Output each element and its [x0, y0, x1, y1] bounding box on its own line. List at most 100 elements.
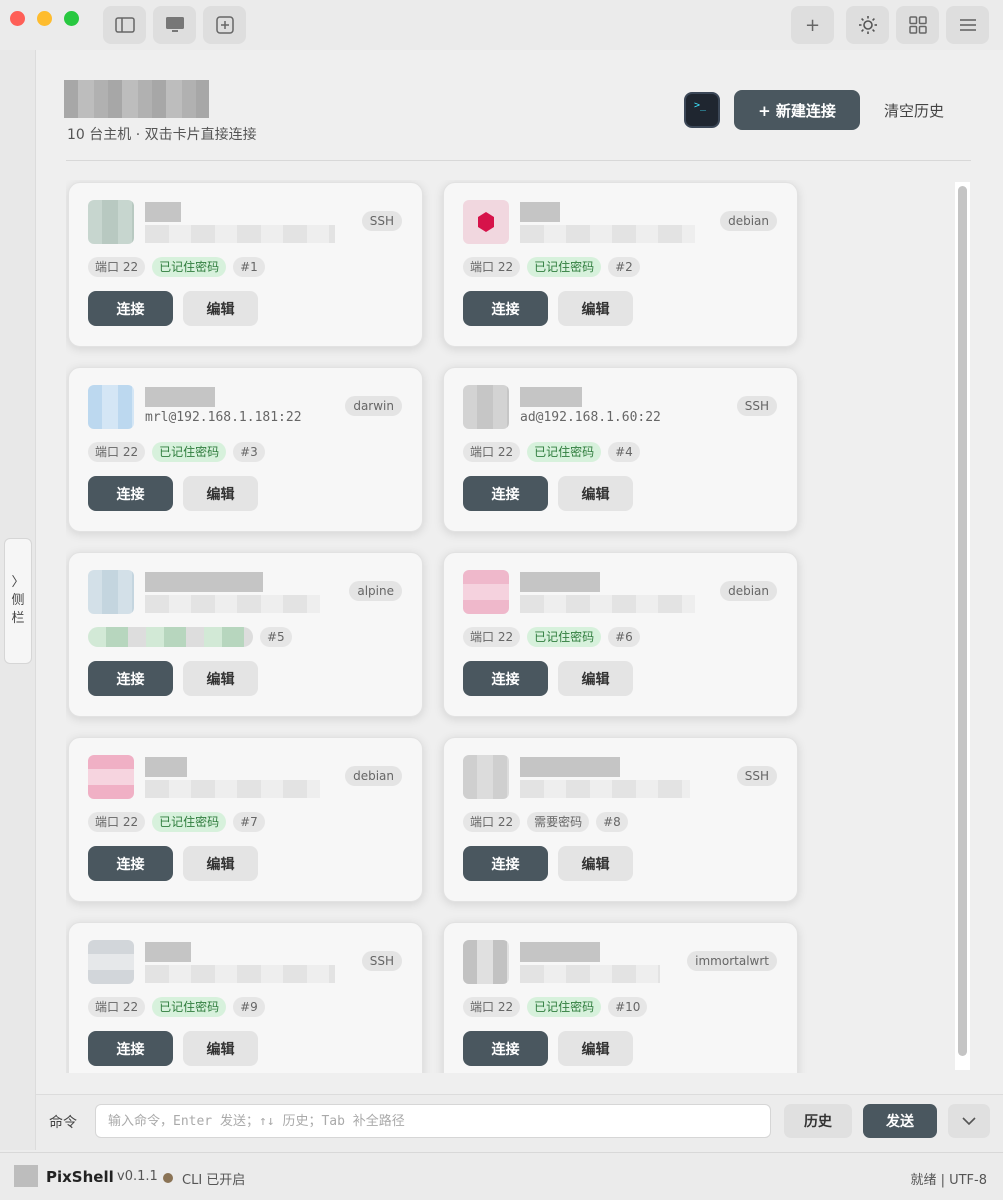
os-badge: debian: [720, 211, 777, 231]
edit-button[interactable]: 编辑: [558, 1031, 633, 1066]
host-card[interactable]: debian 端口 22 已记住密码 #6 连接 编辑: [443, 552, 798, 717]
host-name-redacted: [145, 757, 187, 777]
host-name-redacted: [520, 757, 620, 777]
host-card[interactable]: debian 端口 22 已记住密码 #2 连接 编辑: [443, 182, 798, 347]
header-divider: [66, 160, 971, 161]
monitor-button[interactable]: [153, 6, 196, 44]
chevron-down-icon: [962, 1117, 976, 1125]
host-name-redacted: [520, 202, 560, 222]
auth-status-chip: 已记住密码: [152, 442, 227, 462]
host-list-scrollbar[interactable]: [955, 182, 970, 1070]
grid-icon: [908, 16, 927, 34]
host-card[interactable]: SSH 端口 22 需要密码 #8 连接 编辑: [443, 737, 798, 902]
history-button[interactable]: 历史: [784, 1104, 852, 1138]
page-title-redacted: [64, 80, 209, 118]
host-avatar-icon: [463, 200, 509, 244]
host-index-chip: #2: [608, 257, 640, 277]
zoom-window-button[interactable]: [64, 11, 79, 26]
page-subtitle: 10 台主机 · 双击卡片直接连接: [67, 127, 257, 143]
auth-status-chip: 已记住密码: [152, 257, 227, 277]
connect-button[interactable]: 连接: [88, 1031, 173, 1066]
port-chip: 端口 22: [463, 997, 521, 1017]
scrollbar-thumb[interactable]: [958, 186, 967, 1056]
edit-button[interactable]: 编辑: [558, 476, 633, 511]
chevron-right-icon: 〉: [11, 575, 25, 590]
edit-button[interactable]: 编辑: [558, 291, 633, 326]
host-index-chip: #4: [608, 442, 640, 462]
connect-button[interactable]: 连接: [463, 846, 548, 881]
os-badge: debian: [345, 766, 402, 786]
host-address: [145, 965, 335, 983]
theme-toggle-button[interactable]: [846, 6, 889, 44]
auth-status-chip: 需要密码: [527, 812, 590, 832]
host-meta-chips: 端口 22 已记住密码 #4: [463, 442, 640, 462]
host-avatar-icon: [88, 200, 134, 244]
connect-button[interactable]: 连接: [88, 846, 173, 881]
host-card[interactable]: immortalwrt 端口 22 已记住密码 #10 连接 编辑: [443, 922, 798, 1073]
terminal-app-icon[interactable]: [684, 92, 720, 128]
host-card[interactable]: mrl@192.168.1.181:22 darwin 端口 22 已记住密码 #3 连接…: [68, 367, 423, 532]
host-card-grid: SSH 端口 22 已记住密码 #1 连接 编辑 debian 端口 22 已记住密码 #2 连接编…: [66, 180, 971, 1073]
host-name-redacted: [145, 942, 191, 962]
host-address: [145, 595, 320, 613]
host-meta-chips: 端口 22 已记住密码 #2: [463, 257, 640, 277]
host-name-redacted: [145, 572, 263, 592]
edit-button[interactable]: 编辑: [183, 476, 258, 511]
host-avatar-icon: [463, 385, 509, 429]
send-button[interactable]: 发送: [863, 1104, 937, 1138]
edit-button[interactable]: 编辑: [558, 846, 633, 881]
host-card[interactable]: SSH 端口 22 已记住密码 #9 连接 编辑: [68, 922, 423, 1073]
cli-status-text: CLI 已开启: [182, 1173, 246, 1188]
edit-button[interactable]: 编辑: [183, 291, 258, 326]
host-card[interactable]: alpine #5 连接 编辑: [68, 552, 423, 717]
status-bar: PixShell v0.1.1 CLI 已开启 就绪 | UTF-8: [0, 1152, 1003, 1200]
cli-status-dot: [163, 1173, 173, 1183]
edit-button[interactable]: 编辑: [183, 1031, 258, 1066]
host-name-redacted: [520, 572, 600, 592]
command-options-button[interactable]: [948, 1104, 990, 1138]
connect-button[interactable]: 连接: [88, 476, 173, 511]
connect-button[interactable]: 连接: [88, 291, 173, 326]
main-panel: 10 台主机 · 双击卡片直接连接 + 新建连接 清空历史 SSH 端口 22 已记…: [36, 50, 1003, 1094]
host-avatar-icon: [88, 385, 134, 429]
host-card[interactable]: debian 端口 22 已记住密码 #7 连接 编辑: [68, 737, 423, 902]
new-connection-button[interactable]: + 新建连接: [734, 90, 860, 130]
edit-button[interactable]: 编辑: [558, 661, 633, 696]
port-chip: 端口 22: [463, 627, 521, 647]
host-address: [520, 225, 695, 243]
sidebar-tab-label-2: 栏: [11, 611, 25, 626]
connect-button[interactable]: 连接: [463, 661, 548, 696]
host-address: [145, 225, 335, 243]
host-card[interactable]: ad@192.168.1.60:22 SSH 端口 22 已记住密码 #4 连接 编辑: [443, 367, 798, 532]
host-card[interactable]: SSH 端口 22 已记住密码 #1 连接 编辑: [68, 182, 423, 347]
host-meta-chips: 端口 22 已记住密码 #7: [88, 812, 265, 832]
os-badge: SSH: [736, 396, 777, 416]
host-index-chip: #1: [233, 257, 265, 277]
sidebar-toggle-button[interactable]: [103, 6, 146, 44]
add-tab-button[interactable]: [203, 6, 246, 44]
sidebar-expand-tab[interactable]: 〉 侧 栏: [4, 538, 32, 664]
new-window-button[interactable]: +: [791, 6, 834, 44]
app-name: PixShell: [46, 1168, 114, 1186]
port-chip: 端口 22: [88, 997, 146, 1017]
command-input[interactable]: [95, 1104, 771, 1138]
edit-button[interactable]: 编辑: [183, 661, 258, 696]
host-meta-chips: 端口 22 已记住密码 #9: [88, 997, 265, 1017]
auth-status-chip: 已记住密码: [527, 627, 602, 647]
minimize-window-button[interactable]: [37, 11, 52, 26]
auth-status-chip: 已记住密码: [152, 997, 227, 1017]
connect-button[interactable]: 连接: [463, 1031, 548, 1066]
connect-button[interactable]: 连接: [463, 291, 548, 326]
edit-button[interactable]: 编辑: [183, 846, 258, 881]
host-address: ad@192.168.1.60:22: [520, 410, 661, 425]
os-badge: immortalwrt: [687, 951, 777, 971]
connect-button[interactable]: 连接: [463, 476, 548, 511]
sidebar-tab-label-1: 侧: [11, 593, 25, 608]
connect-button[interactable]: 连接: [88, 661, 173, 696]
host-index-chip: #6: [608, 627, 640, 647]
close-window-button[interactable]: [10, 11, 25, 26]
host-index-chip: #3: [233, 442, 265, 462]
clear-history-button[interactable]: 清空历史: [884, 100, 944, 121]
menu-button[interactable]: [946, 6, 989, 44]
grid-view-button[interactable]: [896, 6, 939, 44]
